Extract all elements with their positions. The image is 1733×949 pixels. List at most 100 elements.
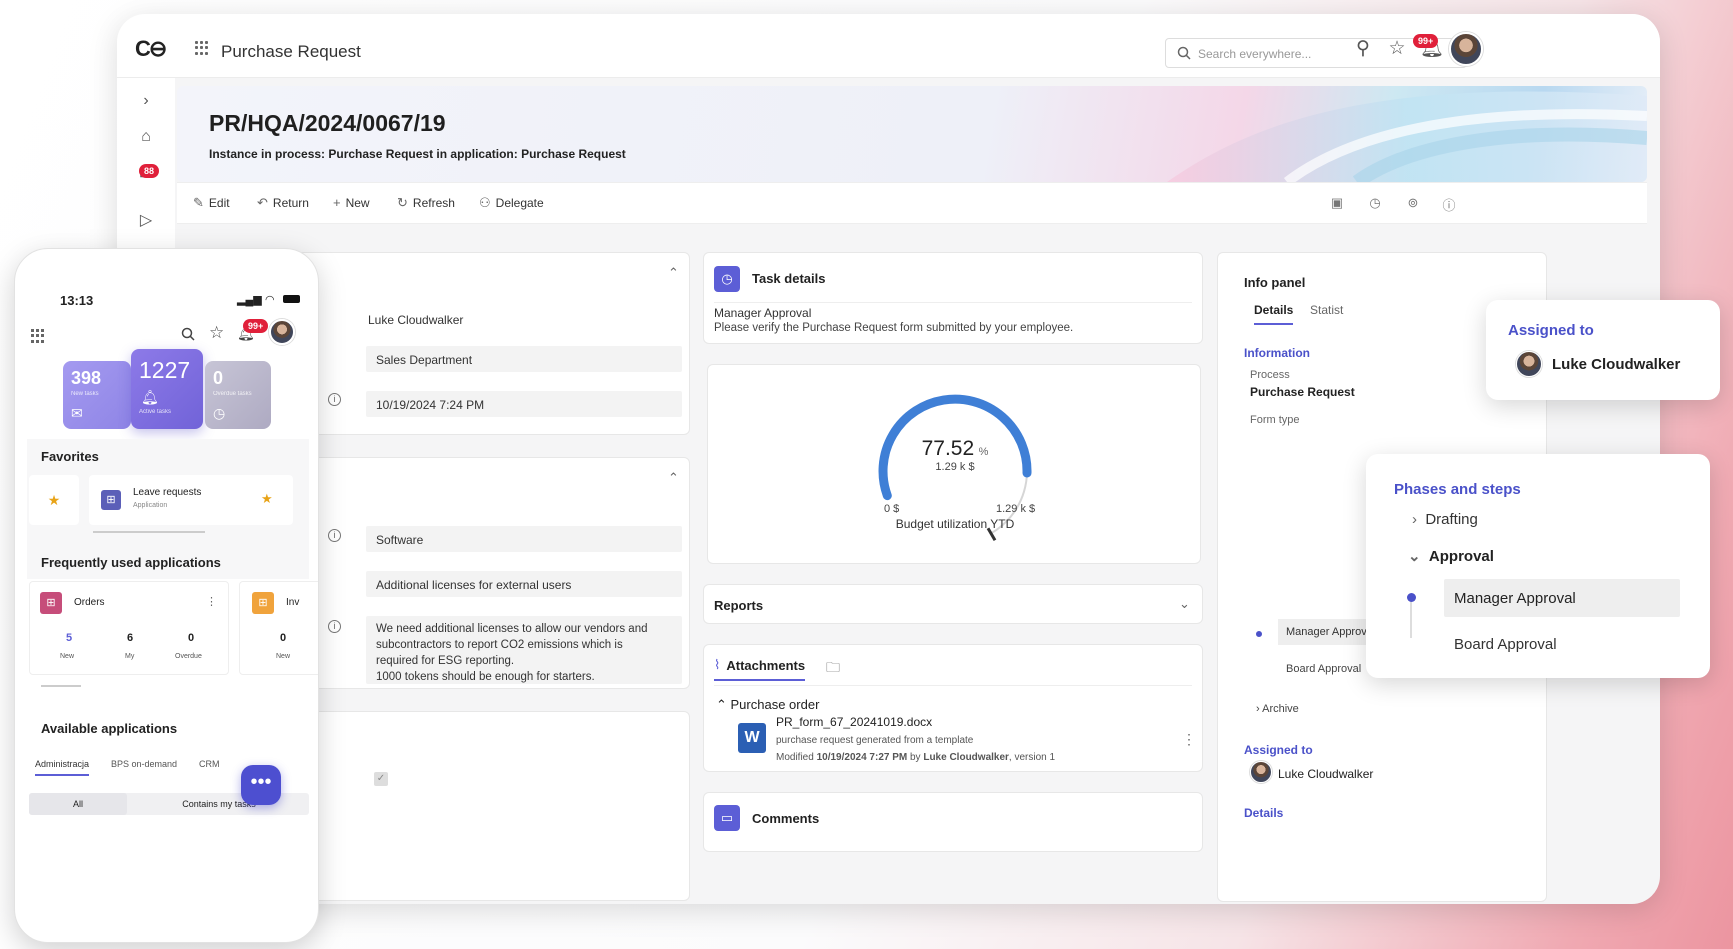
step-manager-approval[interactable]: Manager Approval [1444,579,1680,617]
phase-approval[interactable]: ⌄ Approval [1408,547,1494,565]
assignee-name: Luke Cloudwalker [1278,767,1374,781]
battery-icon [283,295,300,303]
tab-administracja[interactable]: Administracja [35,759,90,776]
folder-icon[interactable]: 🗀︎ [826,657,840,681]
app-card-inv[interactable]: ⊞ Inv 0 New [239,581,318,675]
user-avatar[interactable] [1449,32,1483,66]
tile-overdue-tasks[interactable]: 0 Overdue tasks ◷ [205,361,271,429]
file-name[interactable]: PR_form_67_20241019.docx [776,715,932,729]
file-modified: Modified 10/19/2024 7:27 PM by Luke Clou… [776,752,1055,763]
assigned-popover-title: Assigned to [1508,322,1594,339]
return-button[interactable]: ↶ Return [257,195,309,211]
phase-drafting-label: Drafting [1425,511,1478,528]
history-icon[interactable]: ◷ [1367,195,1383,211]
pin-icon[interactable]: ⚲ [1352,38,1374,60]
star-filled-icon[interactable]: ★ [261,491,273,507]
tab-crm[interactable]: CRM [199,759,220,769]
star-filled-icon[interactable]: ★ [29,475,79,525]
tile-new-tasks[interactable]: 398 New tasks ✉ [63,361,131,429]
attachments-tab[interactable]: ⌇ Attachments [714,657,806,681]
assigned-heading: Assigned to [1244,743,1313,757]
info-icon[interactable]: i [328,393,341,406]
more-fab-button[interactable]: ••• [241,765,281,805]
attachments-tab-label: Attachments [726,657,806,673]
attachment-group[interactable]: ⌃ Purchase order [716,697,819,713]
reports-card[interactable]: Reports ⌄ [703,584,1203,624]
gauge-value: 77.52 [921,437,975,460]
assignee-avatar [1516,351,1542,377]
collapse-chevron-icon[interactable]: ⌃ [668,470,679,486]
bell-icon: 🔔︎ [141,389,159,405]
favorite-item[interactable]: ⊞ Leave requests Application ★ [89,475,293,525]
refresh-button[interactable]: ↻ Refresh [397,195,455,211]
task-clock-icon: ◷ [714,266,740,292]
tile-active-tasks[interactable]: 1227 🔔︎ Active tasks [131,349,203,429]
delegate-button[interactable]: ⚇ Delegate [479,195,544,211]
app-grid-icon[interactable] [31,329,45,343]
app-grid-icon[interactable] [195,41,209,55]
info-icon[interactable]: ⓘ [1441,195,1457,213]
inv-icon: ⊞ [252,592,274,614]
tab-details[interactable]: Details [1254,303,1294,325]
information-heading: Information [1244,346,1310,360]
step-board-approval[interactable]: Board Approval [1454,636,1557,653]
date-field[interactable]: 10/19/2024 7:24 PM [366,391,682,417]
modified-prefix: Modified [776,752,814,763]
chevron-right-icon: › [1412,511,1426,528]
department-field[interactable]: Sales Department [366,346,682,372]
return-icon: ↶ [257,195,268,210]
comments-card: ▭ Comments [703,792,1203,852]
word-icon[interactable]: ▣ [1329,195,1345,211]
info-icon[interactable]: i [328,529,341,542]
more-options-icon[interactable]: ⋮ [1182,731,1196,748]
step-dot [1256,631,1262,637]
tile-new-tasks-value: 398 [71,368,102,388]
category-field[interactable]: Software [366,526,682,552]
search-icon [1177,46,1191,60]
star-icon[interactable]: ☆ [209,323,224,343]
logo[interactable]: C⊖ [135,36,167,62]
phases-popover: Phases and steps › Drafting ⌄ Approval M… [1366,454,1710,678]
archive-item[interactable]: › Archive [1256,703,1299,715]
orders-stat-value: 5 [66,632,73,644]
phase-approval-label: Approval [1428,548,1494,565]
mobile-phone: 13:13 ▂▄▆ ◠ ☆ 🔔︎ 99+ 398 New tasks ✉ 122… [14,248,319,943]
orders-name: Orders [74,597,105,608]
search-icon[interactable] [181,327,195,341]
frequent-title: Frequently used applications [41,555,221,570]
phase-drafting[interactable]: › Drafting [1412,511,1478,528]
plus-icon: + [333,195,341,210]
search-placeholder: Search everywhere... [1198,47,1312,61]
info-icon[interactable]: i [328,620,341,633]
new-button[interactable]: + New [333,195,370,210]
expand-chevron-icon[interactable]: ⌄ [1179,596,1190,612]
justification-field[interactable]: We need additional licenses to allow our… [366,616,682,684]
link-icon[interactable]: ⊚ [1405,195,1421,211]
tab-statistics[interactable]: Statist [1310,303,1343,317]
home-icon[interactable]: ⌂ [135,126,157,148]
more-options-icon[interactable]: ⋮ [206,595,217,608]
details-link[interactable]: Details [1244,806,1283,820]
filter-all[interactable]: All [29,793,127,815]
tab-bps-on-demand[interactable]: BPS on-demand [111,759,177,769]
app-card-orders[interactable]: ⊞ Orders ⋮ 5 New 6 My 0 Overdue [29,581,229,675]
orders-icon: ⊞ [40,592,62,614]
app-icon: ⊞ [101,490,121,510]
play-icon[interactable]: ▷ [135,210,157,232]
page-subtitle: Instance in process: Purchase Request in… [209,147,626,161]
item-field[interactable]: Additional licenses for external users [366,571,682,597]
reports-title: Reports [714,598,764,613]
task-step: Manager Approval [714,306,812,320]
justification-line: required for ESG reporting. [376,655,515,667]
star-icon[interactable]: ☆ [1386,38,1408,60]
collapse-chevron-icon[interactable]: ⌃ [668,265,679,281]
timer-icon: ◷ [213,405,226,421]
expand-chevron-icon[interactable]: › [135,90,157,112]
edit-button[interactable]: ✎ Edit [193,195,230,211]
new-label: New [345,195,370,210]
phone-notifications-badge: 99+ [243,319,269,333]
step-board[interactable]: Board Approval [1286,663,1361,675]
edit-icon: ✎ [193,195,204,210]
phone-user-avatar[interactable] [269,319,295,345]
checkbox[interactable]: ✓ [374,772,388,786]
